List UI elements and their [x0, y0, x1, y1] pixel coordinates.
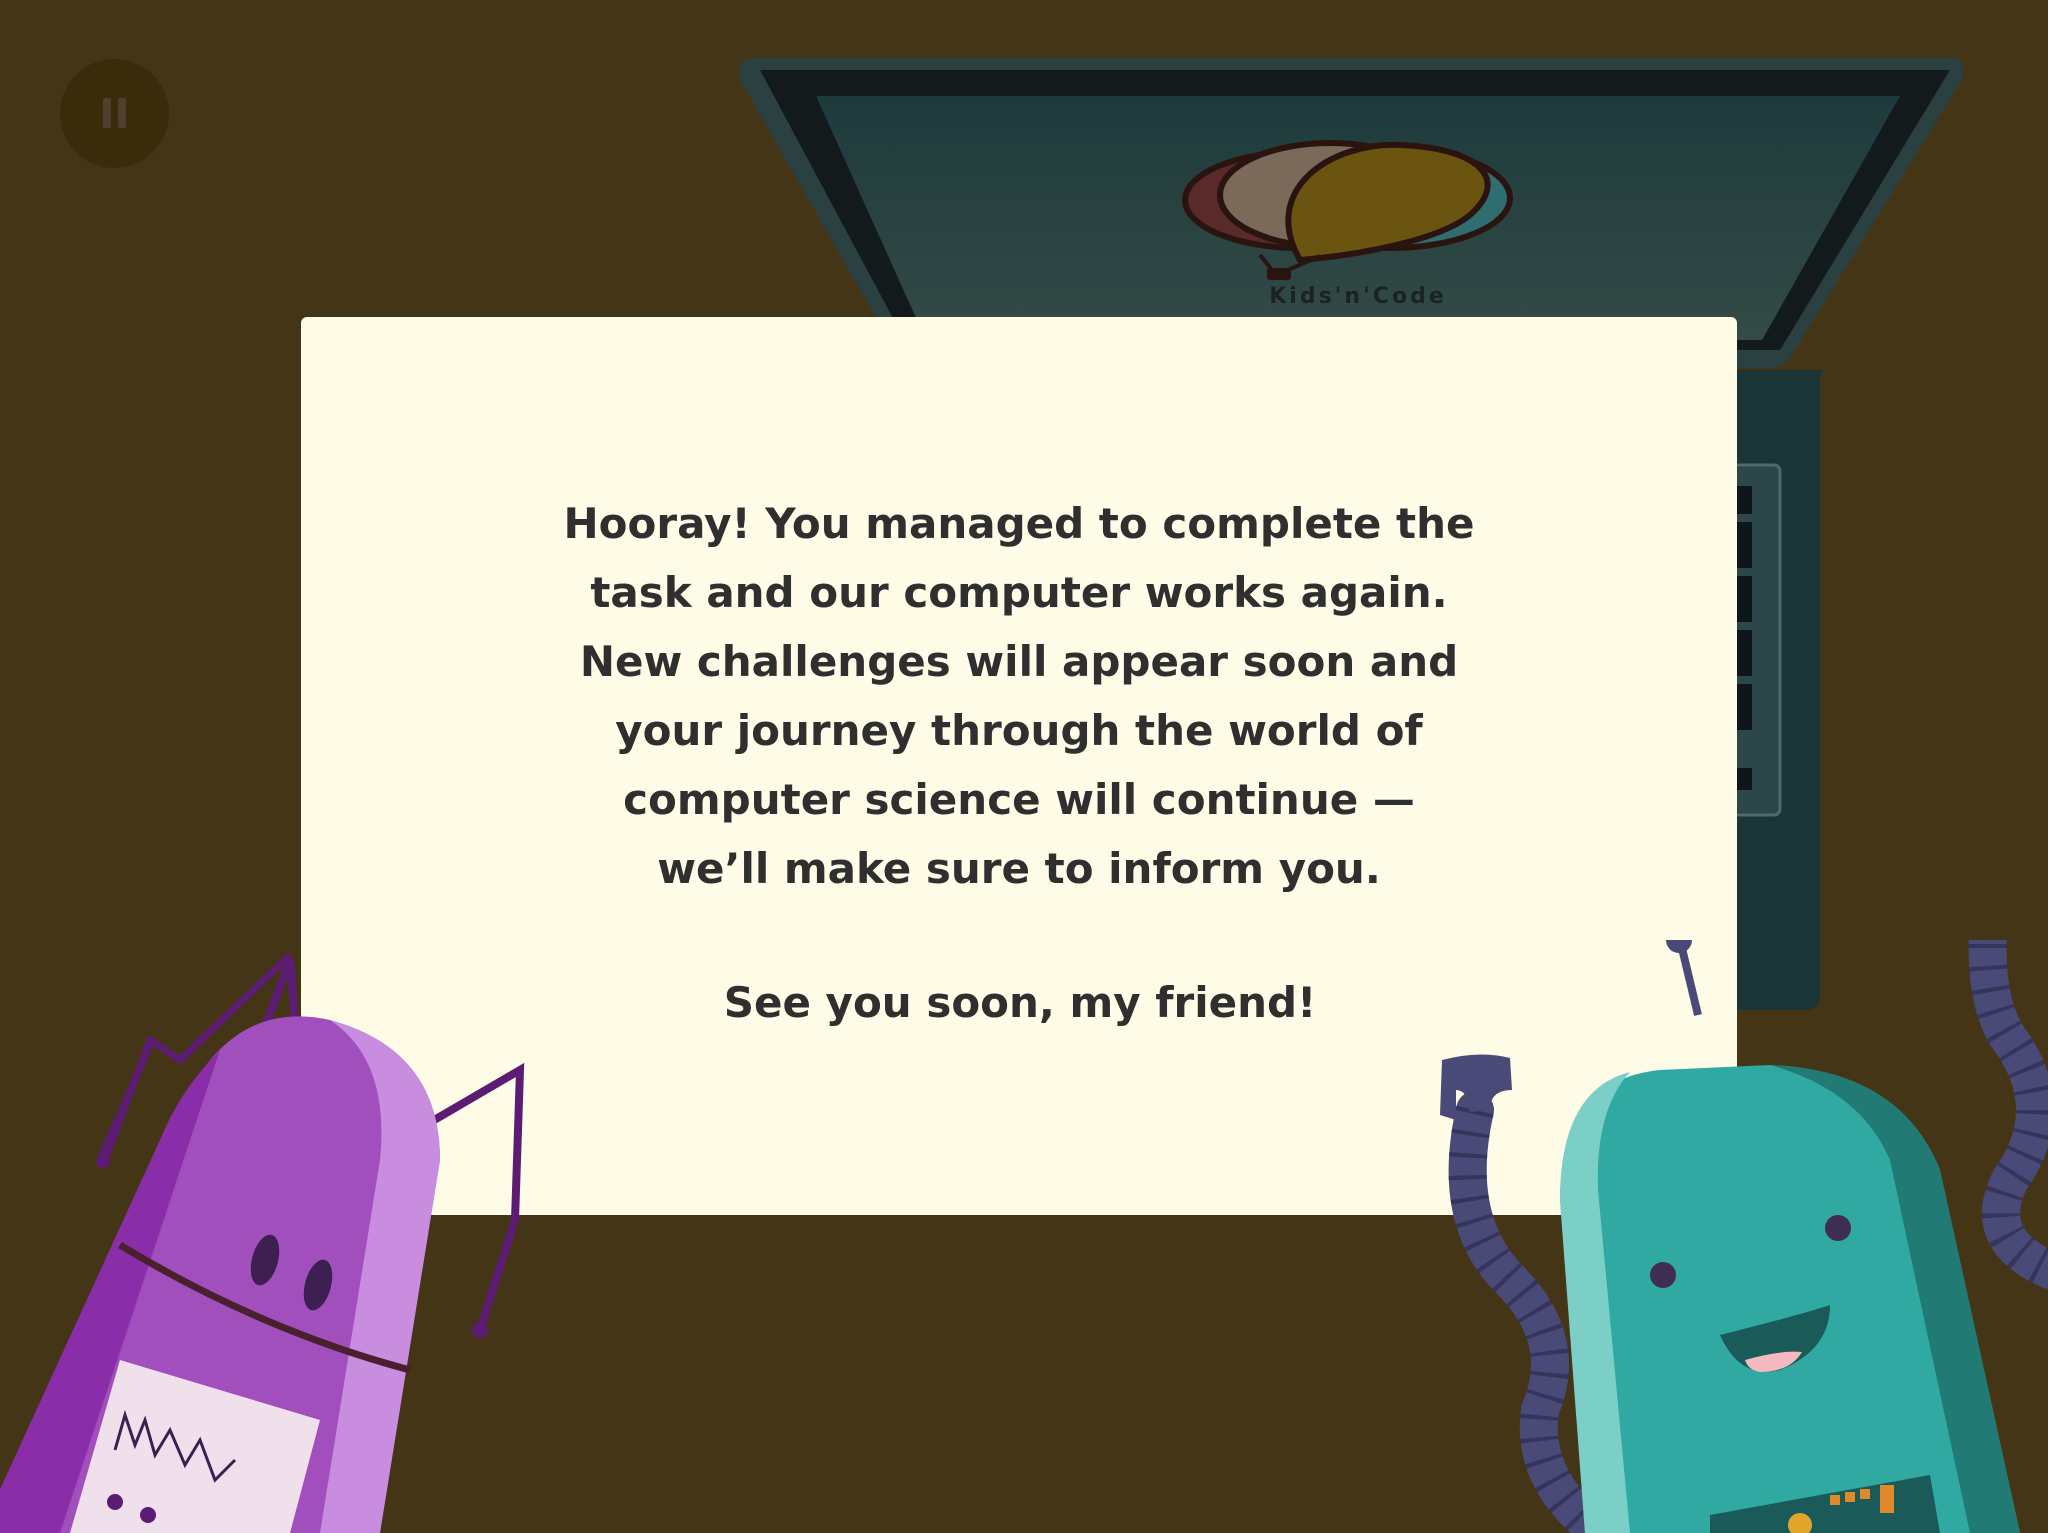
pause-button[interactable] [60, 59, 169, 168]
game-stage: Kids'n'Code Hooray! You managed to compl… [0, 0, 2048, 1533]
pause-icon [103, 98, 126, 128]
purple-robot [0, 952, 525, 1533]
teal-robot [1440, 940, 2048, 1533]
laptop-logo-text: Kids'n'Code [1269, 284, 1447, 309]
completion-message: Hooray! You managed to complete the task… [563, 499, 1475, 893]
